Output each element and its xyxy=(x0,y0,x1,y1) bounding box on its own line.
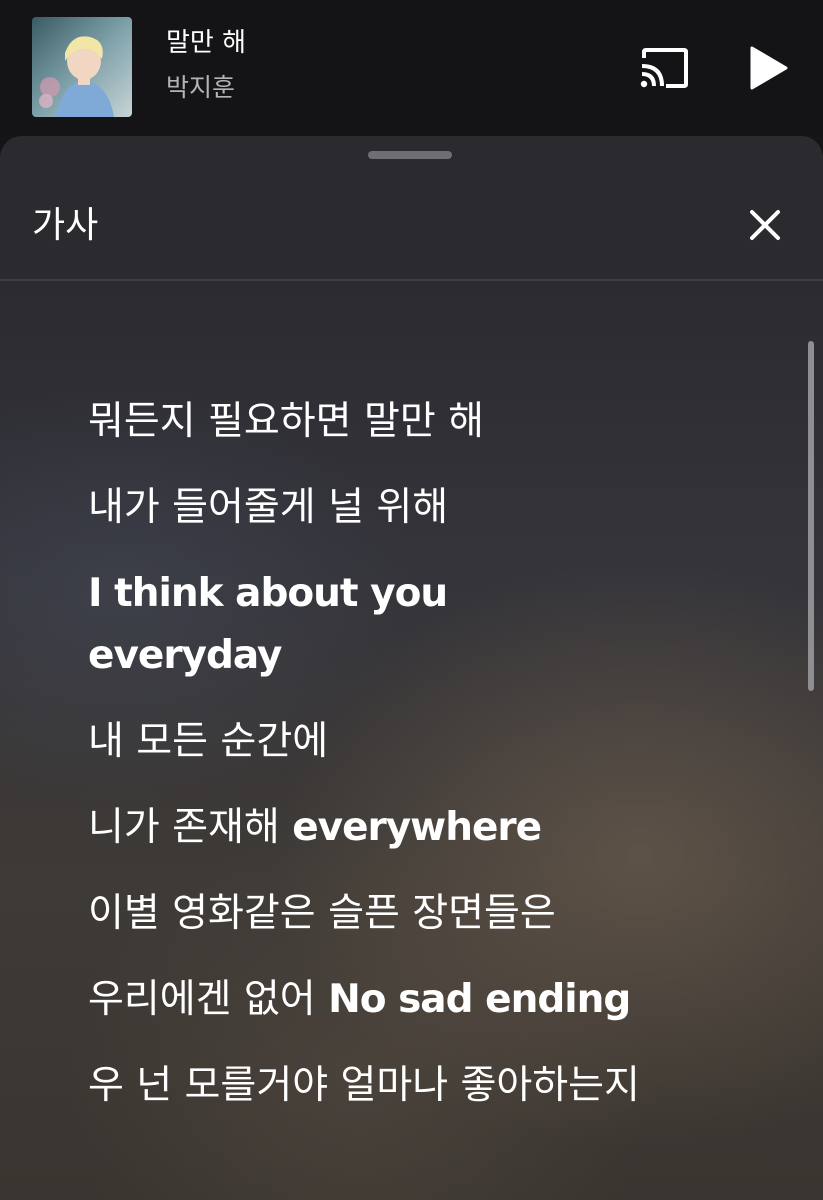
lyric-text-english: I think about you everyday xyxy=(88,571,448,678)
lyric-text: 우리에겐 없어 xyxy=(88,977,329,1022)
lyric-text: 내 모든 순간에 xyxy=(88,719,329,764)
drag-handle[interactable] xyxy=(368,151,452,159)
lyric-line[interactable]: 내가 들어줄게 널 위해 xyxy=(88,477,748,539)
lyric-line[interactable]: 이별 영화같은 슬픈 장면들은 xyxy=(88,883,748,945)
lyric-text: 이별 영화같은 슬픈 장면들은 xyxy=(88,891,556,936)
lyrics-sheet-header: 가사 xyxy=(0,136,823,281)
cast-icon[interactable] xyxy=(638,46,690,90)
lyrics-sheet: 가사 뭐든지 필요하면 말만 해 내가 들어줄게 널 위해 I think ab… xyxy=(0,136,823,1200)
lyric-text-english: No sad ending xyxy=(328,977,631,1022)
music-player-screen: 말만 해 박지훈 가사 뭐든지 필요하면 말만 해 내가 들어줄게 널 위해 I… xyxy=(0,0,823,1200)
close-icon[interactable] xyxy=(744,204,786,246)
album-art[interactable] xyxy=(32,17,132,117)
lyric-line[interactable]: 니가 존재해 everywhere xyxy=(88,797,748,859)
header-divider xyxy=(0,279,823,281)
play-icon[interactable] xyxy=(744,44,790,92)
lyric-line[interactable]: 내 모든 순간에 xyxy=(88,711,748,773)
lyric-text: 니가 존재해 xyxy=(88,805,293,850)
lyric-line[interactable]: I think about you everyday xyxy=(88,563,748,687)
album-art-image xyxy=(32,17,132,117)
track-title[interactable]: 말만 해 xyxy=(166,27,246,59)
lyric-line[interactable]: 우리에겐 없어 No sad ending xyxy=(88,969,748,1031)
track-artist[interactable]: 박지훈 xyxy=(166,72,235,104)
lyric-line[interactable]: 뭐든지 필요하면 말만 해 xyxy=(88,391,748,453)
lyric-line[interactable]: 우 넌 모를거야 얼마나 좋아하는지 xyxy=(88,1055,748,1117)
lyric-text: 뭐든지 필요하면 말만 해 xyxy=(88,399,484,444)
lyric-text-english: everywhere xyxy=(292,805,542,850)
lyrics-list: 뭐든지 필요하면 말만 해 내가 들어줄게 널 위해 I think about… xyxy=(88,391,748,1141)
scrollbar[interactable] xyxy=(808,341,814,691)
lyrics-title: 가사 xyxy=(32,205,99,246)
mini-player[interactable]: 말만 해 박지훈 xyxy=(0,0,823,136)
lyric-text: 우 넌 모를거야 얼마나 좋아하는지 xyxy=(88,1063,640,1108)
lyric-text: 내가 들어줄게 널 위해 xyxy=(88,485,449,530)
